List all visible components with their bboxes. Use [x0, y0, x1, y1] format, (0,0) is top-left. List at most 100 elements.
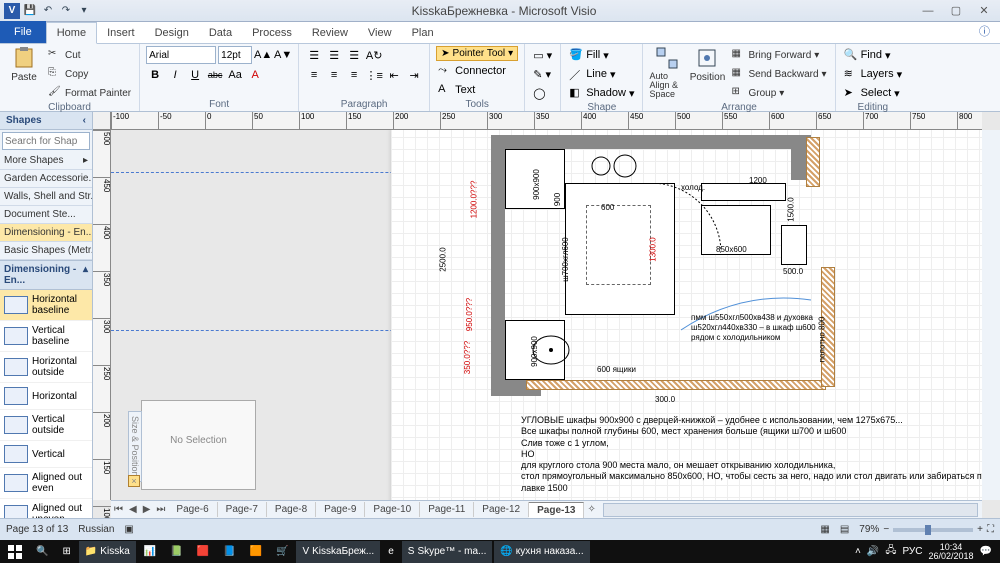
- format-painter-button[interactable]: 🖌Format Painter: [46, 84, 133, 102]
- fridge-label[interactable]: холод.: [681, 183, 705, 192]
- shape-item[interactable]: Horizontal: [0, 383, 92, 410]
- fit-page-icon[interactable]: ⛶: [987, 524, 994, 535]
- bold-button[interactable]: B: [146, 66, 164, 84]
- side-cabinet[interactable]: [781, 225, 807, 265]
- volume-icon[interactable]: 🔊: [867, 546, 879, 557]
- tab-nav-last-icon[interactable]: ⏭: [153, 504, 168, 515]
- ribbon-help-icon[interactable]: ⓘ: [969, 19, 1000, 43]
- view-presentation-icon[interactable]: ▦: [820, 524, 829, 535]
- page-tab[interactable]: Page-6: [168, 502, 217, 517]
- align-right-icon[interactable]: ≡: [345, 66, 363, 84]
- tab-view[interactable]: View: [358, 23, 402, 43]
- align-center-icon[interactable]: ≡: [325, 66, 343, 84]
- pointer-tool-button[interactable]: ➤Pointer Tool▾: [436, 46, 518, 61]
- taskbar-pinned-icon[interactable]: 📗: [164, 541, 188, 563]
- size-position-panel[interactable]: Size & Position No Selection ×: [141, 400, 256, 490]
- zoom-value[interactable]: 79%: [859, 524, 879, 535]
- new-page-icon[interactable]: ✧: [584, 504, 598, 515]
- stencil-item-active[interactable]: Dimensioning - En...: [0, 224, 92, 242]
- close-panel-icon[interactable]: ×: [128, 475, 140, 487]
- taskview-icon[interactable]: ⊞: [56, 541, 76, 563]
- view-normal-icon[interactable]: ▤: [840, 524, 849, 535]
- start-button[interactable]: [2, 541, 28, 563]
- page-tab[interactable]: Page-8: [267, 502, 316, 517]
- taskbar-item[interactable]: V KisskaБреж...: [296, 541, 380, 563]
- dim-label[interactable]: 900x900: [530, 336, 539, 367]
- minimize-icon[interactable]: —: [916, 3, 940, 19]
- network-icon[interactable]: 🖧: [885, 543, 896, 560]
- bullets-icon[interactable]: ⋮≡: [365, 66, 383, 84]
- ruler-horizontal[interactable]: -100-50050100150200250300350400450500550…: [111, 112, 982, 130]
- page-tab[interactable]: Page-12: [474, 502, 529, 517]
- shape-item[interactable]: Horizontal baseline: [0, 290, 92, 321]
- tab-review[interactable]: Review: [302, 23, 358, 43]
- stencil-item[interactable]: Garden Accessorie...: [0, 170, 92, 188]
- clock[interactable]: 10:3426/02/2018: [929, 543, 974, 561]
- grow-font-icon[interactable]: A▲: [254, 46, 272, 64]
- position-button[interactable]: Position: [689, 46, 725, 83]
- shadow-button[interactable]: ◧Shadow ▾: [567, 84, 636, 102]
- tab-insert[interactable]: Insert: [97, 23, 145, 43]
- file-tab[interactable]: File: [0, 21, 46, 43]
- group-button[interactable]: ⊞Group ▾: [729, 84, 828, 102]
- cut-button[interactable]: ✂Cut: [46, 46, 133, 64]
- undo-icon[interactable]: ↶: [40, 3, 56, 19]
- shape-item[interactable]: Vertical outside: [0, 410, 92, 441]
- find-button[interactable]: 🔍Find ▾: [842, 46, 893, 64]
- taskbar-item[interactable]: 🌐 кухня наказа...: [494, 541, 589, 563]
- dim-label[interactable]: 1500.0: [787, 197, 796, 221]
- shapes-search-input[interactable]: [2, 132, 90, 150]
- tab-process[interactable]: Process: [242, 23, 302, 43]
- freeform-tool-icon[interactable]: ✎ ▾: [531, 65, 553, 83]
- font-family-input[interactable]: [146, 46, 216, 64]
- page-tab[interactable]: Page-11: [420, 502, 474, 517]
- tab-nav-next-icon[interactable]: ▶: [140, 504, 154, 515]
- wall[interactable]: [491, 135, 801, 149]
- tab-nav-prev-icon[interactable]: ◀: [126, 504, 140, 515]
- dim-label[interactable]: 900: [553, 193, 562, 206]
- strike-button[interactable]: abc: [206, 66, 224, 84]
- language-switch[interactable]: РУС: [902, 546, 922, 557]
- taskbar-pinned-icon[interactable]: 🛒: [270, 541, 294, 563]
- taskbar-pinned-icon[interactable]: 🟥: [191, 541, 215, 563]
- circles-icon[interactable]: [591, 153, 641, 179]
- taskbar-pinned-icon[interactable]: 📘: [217, 541, 241, 563]
- dim-label[interactable]: 600: [601, 203, 614, 212]
- door-arc[interactable]: [651, 183, 721, 253]
- dim-label[interactable]: 1300.0: [649, 237, 658, 261]
- taskbar-edge-icon[interactable]: e: [382, 541, 400, 563]
- page-tab[interactable]: Page-7: [218, 502, 267, 517]
- taskbar-item[interactable]: 📁 Kisska: [79, 541, 136, 563]
- tray-chevron-icon[interactable]: ˄: [855, 546, 861, 557]
- shape-item[interactable]: Vertical: [0, 441, 92, 468]
- qat-dropdown-icon[interactable]: ▾: [76, 3, 92, 19]
- connector-button[interactable]: ⤳Connector: [436, 62, 508, 80]
- collapse-icon[interactable]: ‹: [83, 115, 86, 126]
- dim-label[interactable]: 300.0: [655, 395, 675, 404]
- tab-nav-first-icon[interactable]: ⏮: [111, 504, 126, 515]
- send-backward-button[interactable]: ▦Send Backward ▾: [729, 65, 828, 83]
- ruler-vertical[interactable]: 500450400350300250200150100: [93, 130, 111, 500]
- underline-button[interactable]: U: [186, 66, 204, 84]
- shrink-font-icon[interactable]: A▼: [274, 46, 292, 64]
- drawing-canvas[interactable]: Size & Position No Selection ×: [111, 130, 982, 500]
- scrollbar-horizontal[interactable]: [603, 503, 978, 517]
- align-bottom-icon[interactable]: ☰: [345, 46, 363, 64]
- taskbar-item[interactable]: S Skype™ - ma...: [402, 541, 493, 563]
- orientation-icon[interactable]: A↻: [365, 46, 383, 64]
- tab-home[interactable]: Home: [46, 22, 97, 44]
- dim-label[interactable]: 900x900: [532, 169, 541, 200]
- indent-inc-icon[interactable]: ⇥: [405, 66, 423, 84]
- shape-item[interactable]: Aligned out even: [0, 468, 92, 499]
- dim-label[interactable]: 1200.0???: [469, 181, 478, 219]
- redo-icon[interactable]: ↷: [58, 3, 74, 19]
- italic-button[interactable]: I: [166, 66, 184, 84]
- wall-hatched[interactable]: [526, 380, 826, 390]
- rectangle-tool-icon[interactable]: ▭ ▾: [531, 46, 554, 64]
- drawing-page[interactable]: 2500.0 1200.0??? 950.0??? 350.0??? 900x9…: [391, 130, 982, 500]
- page-tab[interactable]: Page-9: [316, 502, 365, 517]
- dim-label[interactable]: 850x600: [716, 245, 747, 254]
- close-icon[interactable]: ✕: [972, 3, 996, 19]
- dim-label[interactable]: 950.0???: [465, 298, 474, 331]
- zoom-slider[interactable]: [893, 528, 973, 532]
